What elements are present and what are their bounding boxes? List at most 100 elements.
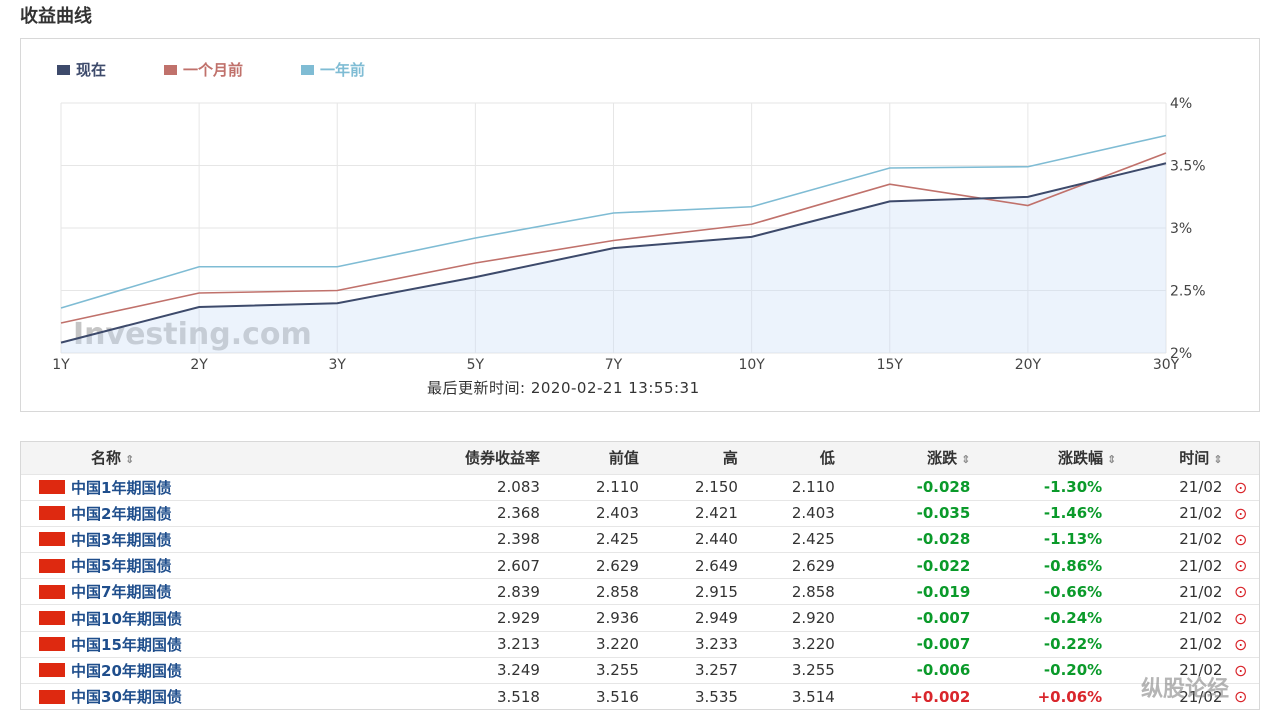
x-tick-label: 15Y (877, 357, 904, 373)
clock-icon[interactable]: ⊙ (1222, 579, 1259, 605)
col-header-low[interactable]: 低 (738, 442, 835, 474)
table-row[interactable]: 中国2年期国债 2.368 2.403 2.421 2.403 -0.035 -1.46% 2… (21, 500, 1259, 526)
china-flag-icon (21, 474, 71, 500)
high-value: 2.915 (694, 582, 738, 601)
change-value: +0.002 (910, 687, 971, 706)
table-row[interactable]: 中国7年期国债 2.839 2.858 2.915 2.858 -0.019 -0.66% 2… (21, 578, 1259, 605)
bond-yield: 2.929 (497, 609, 540, 628)
bond-yield: 2.607 (497, 556, 540, 575)
time-value: 21/02 (1179, 478, 1223, 497)
legend-item[interactable]: 一年前 (301, 59, 365, 80)
clock-icon[interactable]: ⊙ (1222, 474, 1259, 500)
high-value: 2.949 (694, 609, 738, 628)
x-tick-label: 3Y (329, 357, 347, 373)
bond-name-link[interactable]: 中国3年期国债 (71, 526, 384, 552)
legend-label: 一个月前 (183, 61, 244, 79)
sort-icon[interactable]: ⇕ (125, 453, 134, 466)
low-value: 2.629 (791, 556, 835, 575)
prev-value: 2.110 (595, 478, 639, 497)
prev-value: 2.858 (595, 582, 639, 601)
yield-curve-panel: 2%2.5%3%3.5%4%1Y2Y3Y5Y7Y10Y15Y20Y30YInve… (20, 38, 1260, 412)
table-row[interactable]: 中国10年期国债 2.929 2.936 2.949 2.920 -0.007 -0.24%… (21, 604, 1259, 631)
bond-yield: 2.083 (497, 478, 540, 497)
bond-name-link[interactable]: 中国7年期国债 (71, 579, 384, 605)
legend-label: 一年前 (320, 61, 366, 79)
table-header-row: 名称 ⇕ 债券收益率 前值 高 低 涨跌 ⇕ 涨跌幅 ⇕ 时间 ⇕ (21, 442, 1259, 474)
alert-column-header (1222, 442, 1259, 474)
low-value: 2.110 (791, 478, 835, 497)
table-row[interactable]: 中国15年期国债 3.213 3.220 3.233 3.220 -0.007 -0.22%… (21, 631, 1259, 657)
table-row[interactable]: 中国30年期国债 3.518 3.516 3.535 3.514 +0.002 +0.06%… (21, 683, 1259, 710)
high-value: 2.421 (694, 504, 738, 523)
legend-swatch-icon (301, 64, 315, 75)
bond-name-link[interactable]: 中国5年期国债 (71, 553, 384, 579)
col-header-change-pct[interactable]: 涨跌幅 ⇕ (970, 442, 1116, 474)
table-row[interactable]: 中国20年期国债 3.249 3.255 3.257 3.255 -0.006 -0.20%… (21, 657, 1259, 683)
y-tick-label: 3% (1170, 221, 1192, 237)
change-value: -0.007 (916, 635, 971, 654)
x-tick-label: 5Y (467, 357, 485, 373)
bond-name-link[interactable]: 中国20年期国债 (71, 657, 384, 683)
change-value: -0.006 (916, 661, 971, 680)
china-flag-icon (21, 579, 71, 605)
sort-icon[interactable]: ⇕ (1107, 453, 1116, 466)
time-value: 21/02 (1179, 504, 1223, 523)
bond-name-link[interactable]: 中国1年期国债 (71, 474, 384, 500)
prev-value: 3.220 (595, 635, 639, 654)
legend-item[interactable]: 一个月前 (164, 59, 243, 80)
change-pct-value: +0.06% (1037, 687, 1103, 706)
col-header-prev[interactable]: 前值 (540, 442, 639, 474)
clock-icon[interactable]: ⊙ (1222, 631, 1259, 657)
table-row[interactable]: 中国5年期国债 2.607 2.629 2.649 2.629 -0.022 -0.86% 2… (21, 552, 1259, 579)
bond-name-link[interactable]: 中国15年期国债 (71, 631, 384, 657)
bond-name-link[interactable]: 中国30年期国债 (71, 684, 384, 710)
china-flag-icon (21, 605, 71, 631)
high-value: 2.649 (694, 556, 738, 575)
bond-yield: 3.213 (497, 635, 540, 654)
col-header-yield[interactable]: 债券收益率 (384, 442, 540, 474)
col-header-change[interactable]: 涨跌 ⇕ (835, 442, 970, 474)
bond-name-link[interactable]: 中国2年期国债 (71, 500, 384, 526)
high-value: 3.535 (694, 687, 738, 706)
change-pct-value: -1.46% (1043, 504, 1103, 523)
high-value: 2.150 (694, 478, 738, 497)
table-row[interactable]: 中国1年期国债 2.083 2.110 2.150 2.110 -0.028 -1.30% 2… (21, 474, 1259, 500)
bond-yield-table: 名称 ⇕ 债券收益率 前值 高 低 涨跌 ⇕ 涨跌幅 ⇕ 时间 ⇕ 中国1年期国债 2.0… (21, 442, 1259, 710)
legend-label: 现在 (76, 61, 107, 79)
col-header-high[interactable]: 高 (639, 442, 738, 474)
bond-yield: 2.398 (497, 530, 540, 549)
change-pct-value: -0.86% (1043, 556, 1103, 575)
high-value: 3.233 (694, 635, 738, 654)
change-value: -0.007 (916, 609, 971, 628)
low-value: 3.220 (791, 635, 835, 654)
sort-icon[interactable]: ⇕ (961, 453, 970, 466)
change-value: -0.028 (916, 530, 971, 549)
col-header-name[interactable]: 名称 ⇕ (71, 442, 384, 474)
high-value: 2.440 (694, 530, 738, 549)
bond-yield: 2.368 (497, 504, 540, 523)
bond-yield: 2.839 (497, 582, 540, 601)
change-pct-value: -0.66% (1043, 582, 1103, 601)
table-row[interactable]: 中国3年期国债 2.398 2.425 2.440 2.425 -0.028 -1.13% 2… (21, 526, 1259, 552)
clock-icon[interactable]: ⊙ (1222, 605, 1259, 631)
clock-icon[interactable]: ⊙ (1222, 526, 1259, 552)
legend-item[interactable]: 现在 (57, 59, 106, 80)
clock-icon[interactable]: ⊙ (1222, 500, 1259, 526)
chart-legend: 现在 一个月前 一年前 (57, 59, 365, 80)
change-pct-value: -1.13% (1043, 530, 1103, 549)
sort-icon[interactable]: ⇕ (1213, 453, 1222, 466)
x-tick-label: 10Y (738, 357, 765, 373)
bond-yield: 3.518 (497, 687, 540, 706)
last-updated-text: 最后更新时间: 2020-02-21 13:55:31 (427, 379, 700, 397)
yield-curve-chart: 2%2.5%3%3.5%4%1Y2Y3Y5Y7Y10Y15Y20Y30YInve… (52, 96, 1206, 373)
x-tick-label: 20Y (1015, 357, 1042, 373)
low-value: 3.255 (791, 661, 835, 680)
y-tick-label: 3.5% (1170, 159, 1206, 175)
bond-name-link[interactable]: 中国10年期国债 (71, 605, 384, 631)
clock-icon[interactable]: ⊙ (1222, 553, 1259, 579)
low-value: 2.858 (791, 582, 835, 601)
prev-value: 3.255 (595, 661, 639, 680)
change-value: -0.019 (916, 582, 971, 601)
china-flag-icon (21, 526, 71, 552)
col-header-time[interactable]: 时间 ⇕ (1116, 442, 1222, 474)
